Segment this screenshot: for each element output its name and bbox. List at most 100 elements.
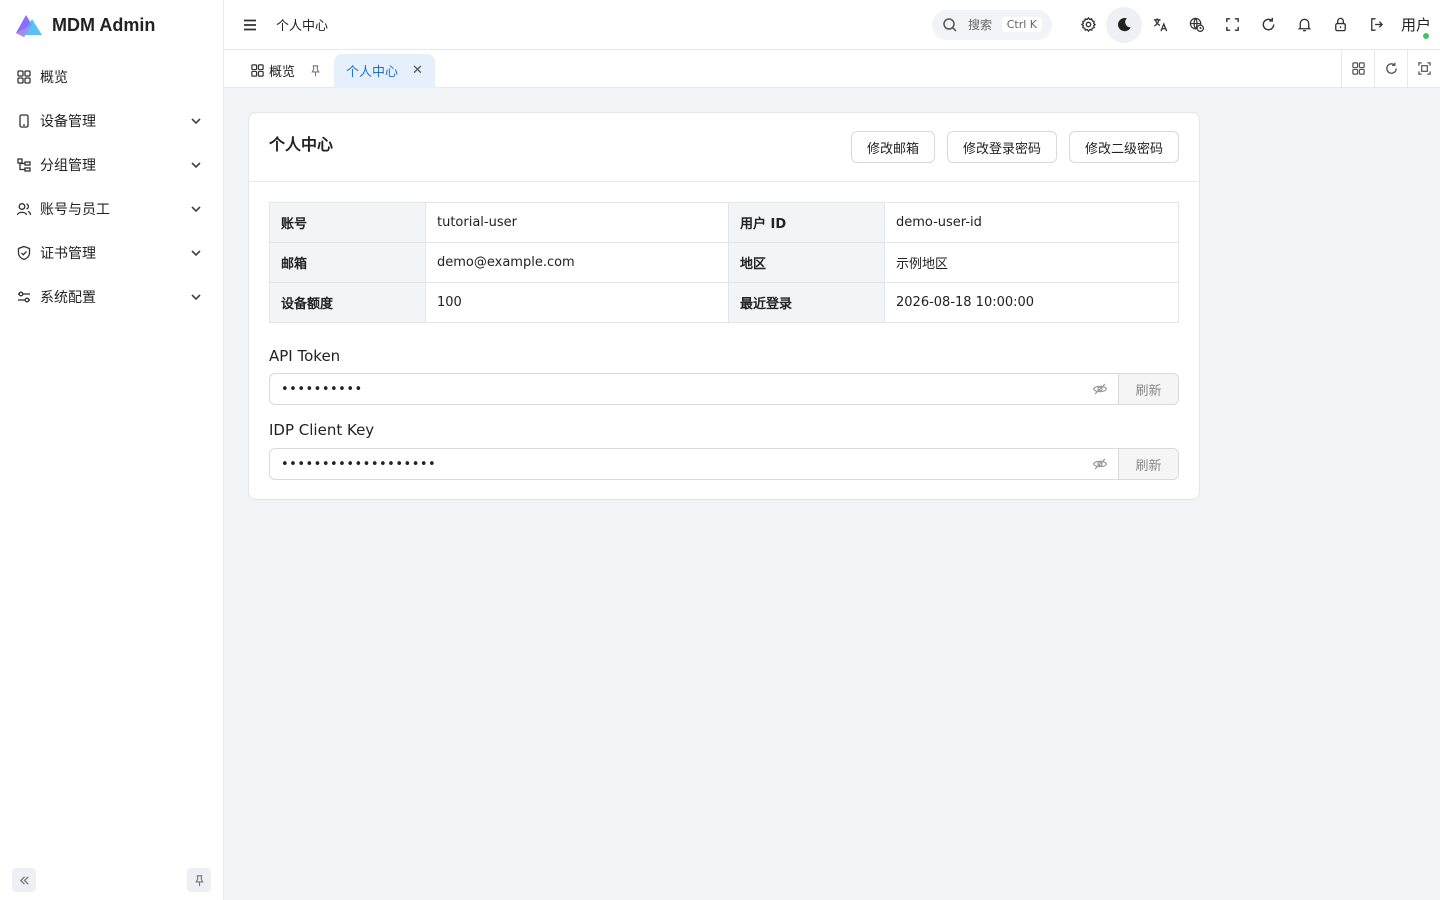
grid-icon [1351, 61, 1366, 76]
chevron-down-icon [189, 290, 203, 304]
notifications-button[interactable] [1286, 7, 1322, 43]
moon-icon [1116, 16, 1133, 33]
api-token-input[interactable]: •••••••••• [270, 374, 1092, 404]
sidebar-item-label: 分组管理 [40, 158, 96, 174]
search-button[interactable]: 搜索 Ctrl K [932, 9, 1052, 40]
chevron-down-icon [189, 158, 203, 172]
lock-icon [1332, 16, 1349, 33]
sidebar-item-overview[interactable]: 概览 [0, 55, 223, 99]
brand[interactable]: MDM Admin [0, 0, 223, 50]
user-avatar[interactable]: 用户 [1396, 7, 1436, 43]
search-icon [942, 17, 958, 33]
phone-icon [16, 113, 32, 129]
logout-button[interactable] [1358, 7, 1394, 43]
top-header: 个人中心 搜索 Ctrl K 用户 [224, 0, 1440, 50]
collapse-sidebar-button[interactable] [12, 868, 36, 892]
timezone-button[interactable] [1178, 7, 1214, 43]
refresh-icon [1384, 61, 1399, 76]
idp-client-key-field: ••••••••••••••••••• 刷新 [269, 448, 1179, 480]
breadcrumb[interactable]: 个人中心 [276, 15, 328, 34]
app-logo-icon [12, 11, 44, 39]
header-actions: 搜索 Ctrl K 用户 [932, 0, 1440, 50]
sidebar-item-label: 设备管理 [40, 114, 96, 130]
device-quota-label: 设备额度 [269, 282, 426, 323]
eye-off-icon[interactable] [1092, 381, 1108, 397]
fullscreen-button[interactable] [1214, 7, 1250, 43]
refresh-idp-client-key-button[interactable]: 刷新 [1118, 449, 1178, 479]
idp-client-key-label: IDP Client Key [269, 421, 375, 439]
translate-icon [1152, 16, 1169, 33]
sidebar-item-groups[interactable]: 分组管理 [0, 143, 223, 187]
page-title: 个人中心 [269, 135, 334, 154]
language-button[interactable] [1142, 7, 1178, 43]
sidebar-footer [12, 868, 211, 892]
refresh-api-token-button[interactable]: 刷新 [1118, 374, 1178, 404]
api-token-field: •••••••••• 刷新 [269, 373, 1179, 405]
online-status-dot [1422, 31, 1430, 40]
idp-client-key-input[interactable]: ••••••••••••••••••• [270, 449, 1092, 479]
tab-label: 个人中心 [346, 65, 399, 80]
tab-actions [1341, 49, 1440, 88]
sidebar-item-certificates[interactable]: 证书管理 [0, 231, 223, 275]
profile-card: 个人中心 修改邮箱 修改登录密码 修改二级密码 账号 tutorial-user… [248, 112, 1200, 500]
last-login-label: 最近登录 [728, 282, 885, 323]
sidebar-item-system-config[interactable]: 系统配置 [0, 275, 223, 319]
settings-button[interactable] [1070, 7, 1106, 43]
chevron-down-icon [189, 246, 203, 260]
logout-icon [1368, 16, 1385, 33]
account-value: tutorial-user [425, 202, 729, 243]
last-login-value: 2026-08-18 10:00:00 [884, 282, 1179, 323]
email-label: 邮箱 [269, 242, 426, 283]
tab-profile[interactable]: 个人中心 ✕ [334, 53, 435, 88]
search-shortcut: Ctrl K [1001, 17, 1042, 32]
api-token-label: API Token [269, 347, 341, 365]
sidebar-item-accounts[interactable]: 账号与员工 [0, 187, 223, 231]
globe-clock-icon [1188, 16, 1205, 33]
sidebar-item-label: 系统配置 [40, 290, 96, 306]
gear-icon [1080, 16, 1097, 33]
change-secondary-password-button[interactable]: 修改二级密码 [1068, 131, 1179, 163]
tab-overview[interactable]: 概览 [238, 54, 334, 88]
tree-icon [16, 157, 32, 173]
tab-bar: 概览 个人中心 ✕ [224, 49, 1440, 88]
refresh-button[interactable] [1250, 7, 1286, 43]
device-quota-value: 100 [425, 282, 729, 323]
pin-sidebar-button[interactable] [187, 868, 211, 892]
bell-icon [1296, 16, 1313, 33]
app-name: MDM Admin [52, 14, 156, 35]
maximize-icon [1417, 61, 1432, 76]
tab-menu-button[interactable] [1341, 49, 1374, 88]
user-id-label: 用户 ID [728, 202, 885, 243]
sidebar: MDM Admin 概览 设备管理 分组管理 账号与员工 证书管理 系统配置 [0, 0, 224, 900]
table-row: 账号 tutorial-user 用户 ID demo-user-id [269, 202, 1179, 243]
sidebar-item-label: 概览 [40, 70, 68, 86]
tab-refresh-button[interactable] [1374, 49, 1407, 88]
sidebar-menu: 概览 设备管理 分组管理 账号与员工 证书管理 系统配置 [0, 55, 223, 319]
sliders-icon [16, 289, 32, 305]
card-actions: 修改邮箱 修改登录密码 修改二级密码 [839, 131, 1179, 163]
dashboard-icon [16, 69, 32, 85]
menu-toggle-icon[interactable] [240, 15, 260, 35]
users-icon [16, 201, 32, 217]
fullscreen-icon [1224, 16, 1241, 33]
change-login-password-button[interactable]: 修改登录密码 [946, 131, 1057, 163]
chevron-down-icon [189, 202, 203, 216]
change-email-button[interactable]: 修改邮箱 [850, 131, 935, 163]
sidebar-item-label: 证书管理 [40, 246, 96, 262]
pin-icon [193, 874, 206, 887]
shield-check-icon [16, 245, 32, 261]
tab-maximize-button[interactable] [1407, 49, 1440, 88]
refresh-icon [1260, 16, 1277, 33]
sidebar-item-devices[interactable]: 设备管理 [0, 99, 223, 143]
account-label: 账号 [269, 202, 426, 243]
user-id-value: demo-user-id [884, 202, 1179, 243]
eye-off-icon[interactable] [1092, 456, 1108, 472]
region-label: 地区 [728, 242, 885, 283]
close-icon[interactable]: ✕ [412, 63, 423, 78]
lock-screen-button[interactable] [1322, 7, 1358, 43]
card-header: 个人中心 修改邮箱 修改登录密码 修改二级密码 [249, 113, 1199, 182]
sidebar-item-label: 账号与员工 [40, 202, 110, 218]
theme-toggle-button[interactable] [1106, 6, 1142, 43]
chevron-down-icon [189, 114, 203, 128]
pin-icon[interactable] [309, 64, 322, 77]
